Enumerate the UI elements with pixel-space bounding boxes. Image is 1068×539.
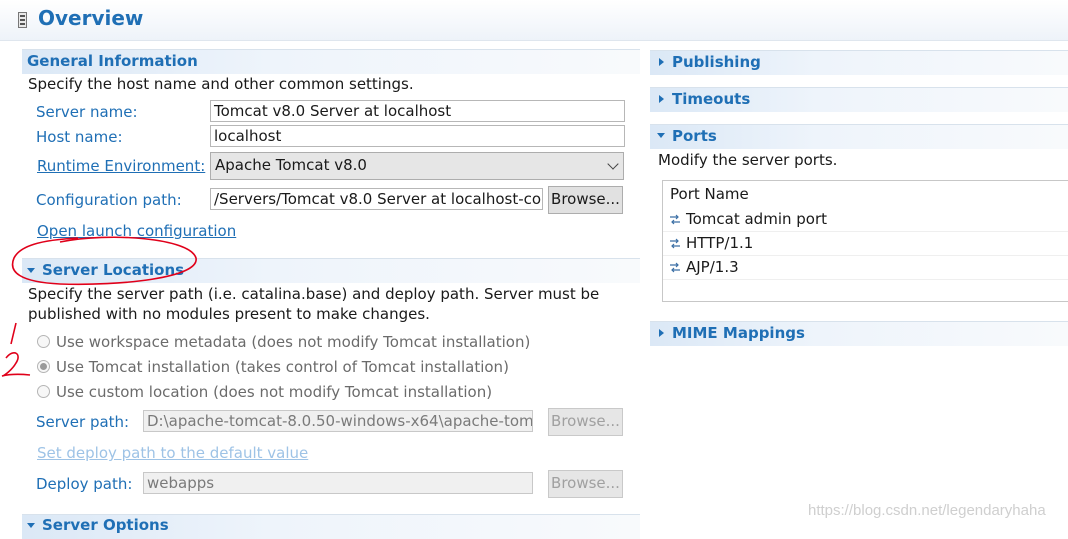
port-name-column-header: Port Name xyxy=(670,185,749,203)
port-icon xyxy=(670,238,680,249)
expand-triangle-icon xyxy=(659,329,664,337)
red-annotation-overlay xyxy=(1,236,197,377)
configuration-browse-button[interactable]: Browse... xyxy=(548,186,623,214)
table-row[interactable]: Tomcat admin port xyxy=(663,207,1068,232)
mime-mappings-title: MIME Mappings xyxy=(672,324,805,342)
editor-header xyxy=(0,0,1068,41)
configuration-path-label: Configuration path: xyxy=(36,191,182,209)
expand-triangle-icon xyxy=(659,58,664,66)
deploy-path-label: Deploy path: xyxy=(36,475,133,493)
host-name-label: Host name: xyxy=(36,128,123,146)
port-icon xyxy=(670,262,680,273)
server-options-title: Server Options xyxy=(42,516,169,534)
runtime-environment-link[interactable]: Runtime Environment: xyxy=(37,157,205,175)
general-information-title: General Information xyxy=(27,52,198,70)
ports-title: Ports xyxy=(672,127,717,145)
port-name-cell: Tomcat admin port xyxy=(686,210,828,228)
publishing-title: Publishing xyxy=(672,53,761,71)
ports-table[interactable]: Port Name Tomcat admin port HTTP/1.1 AJP… xyxy=(662,180,1068,302)
server-path-input[interactable]: D:\apache-tomcat-8.0.50-windows-x64\apac… xyxy=(143,410,533,432)
table-row[interactable]: AJP/1.3 xyxy=(663,255,1068,280)
configuration-path-input[interactable]: /Servers/Tomcat v8.0 Server at localhost… xyxy=(210,188,543,210)
server-overview-icon xyxy=(18,12,27,28)
server-name-input[interactable]: Tomcat v8.0 Server at localhost xyxy=(210,100,625,122)
host-name-input[interactable]: localhost xyxy=(210,125,625,147)
page-title: Overview xyxy=(38,6,144,30)
general-information-description: Specify the host name and other common s… xyxy=(28,75,414,93)
server-path-label: Server path: xyxy=(36,413,130,431)
ports-description: Modify the server ports. xyxy=(658,151,838,169)
runtime-environment-value: Apache Tomcat v8.0 xyxy=(215,156,367,174)
deploy-path-input[interactable]: webapps xyxy=(143,472,533,494)
server-path-browse-button[interactable]: Browse... xyxy=(548,408,623,436)
collapse-triangle-icon xyxy=(657,133,665,138)
watermark: https://blog.csdn.net/legendaryhaha xyxy=(808,502,1046,519)
expand-triangle-icon xyxy=(659,95,664,103)
deploy-path-browse-button[interactable]: Browse... xyxy=(548,470,623,498)
port-name-cell: HTTP/1.1 xyxy=(686,234,754,252)
timeouts-title: Timeouts xyxy=(672,90,751,108)
runtime-environment-select[interactable]: Apache Tomcat v8.0 xyxy=(210,152,624,180)
port-icon xyxy=(670,214,680,225)
port-name-cell: AJP/1.3 xyxy=(686,258,739,276)
server-name-label: Server name: xyxy=(36,103,138,121)
collapse-triangle-icon xyxy=(27,523,35,528)
table-row[interactable]: HTTP/1.1 xyxy=(663,231,1068,256)
set-default-deploy-path-link[interactable]: Set deploy path to the default value xyxy=(37,444,308,462)
